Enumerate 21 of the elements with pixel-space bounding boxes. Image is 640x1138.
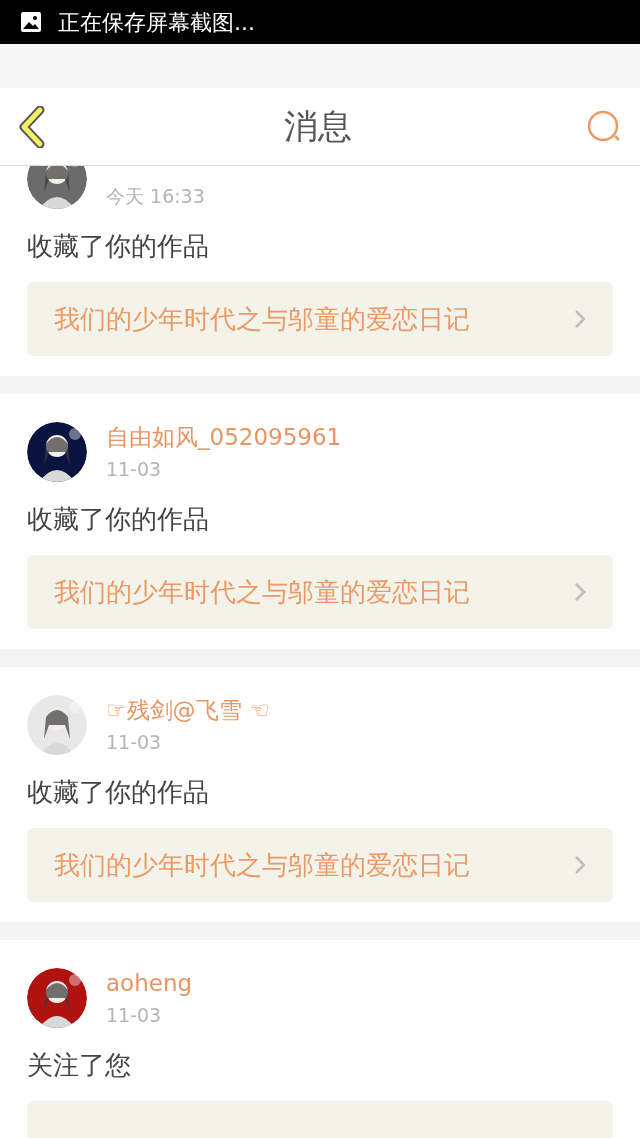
work-link[interactable]: 我们的少年时代之与邬童的爱恋日记: [27, 828, 613, 902]
message-action: 收藏了你的作品: [27, 230, 210, 263]
work-link[interactable]: 我们的少年时代之与邬童的爱恋日记: [27, 282, 613, 356]
message-action: 收藏了你的作品: [27, 776, 210, 809]
message-time: 11-03: [106, 1003, 163, 1028]
message-time: 今天 16:33: [106, 184, 205, 209]
message-time: 11-03: [106, 457, 163, 482]
user-name[interactable]: 自由如风_052095961: [106, 422, 342, 452]
chevron-right-icon: [574, 309, 586, 329]
page-title: 消息: [284, 105, 352, 148]
user-name[interactable]: aoheng: [106, 968, 193, 998]
image-icon: [20, 11, 42, 33]
notification-text: 正在保存屏幕截图...: [58, 8, 255, 37]
message-action: 收藏了你的作品: [27, 503, 210, 536]
back-icon: [18, 105, 46, 148]
chevron-right-icon: [574, 582, 586, 602]
user-name[interactable]: ☞残剑@飞雪 ☜: [106, 695, 270, 725]
chevron-right-icon: [574, 855, 586, 875]
message-time: 11-03: [106, 730, 163, 755]
work-link[interactable]: 我们的少年时代之与邬童的爱恋日记: [27, 555, 613, 629]
message-action: 关注了您: [27, 1049, 132, 1082]
